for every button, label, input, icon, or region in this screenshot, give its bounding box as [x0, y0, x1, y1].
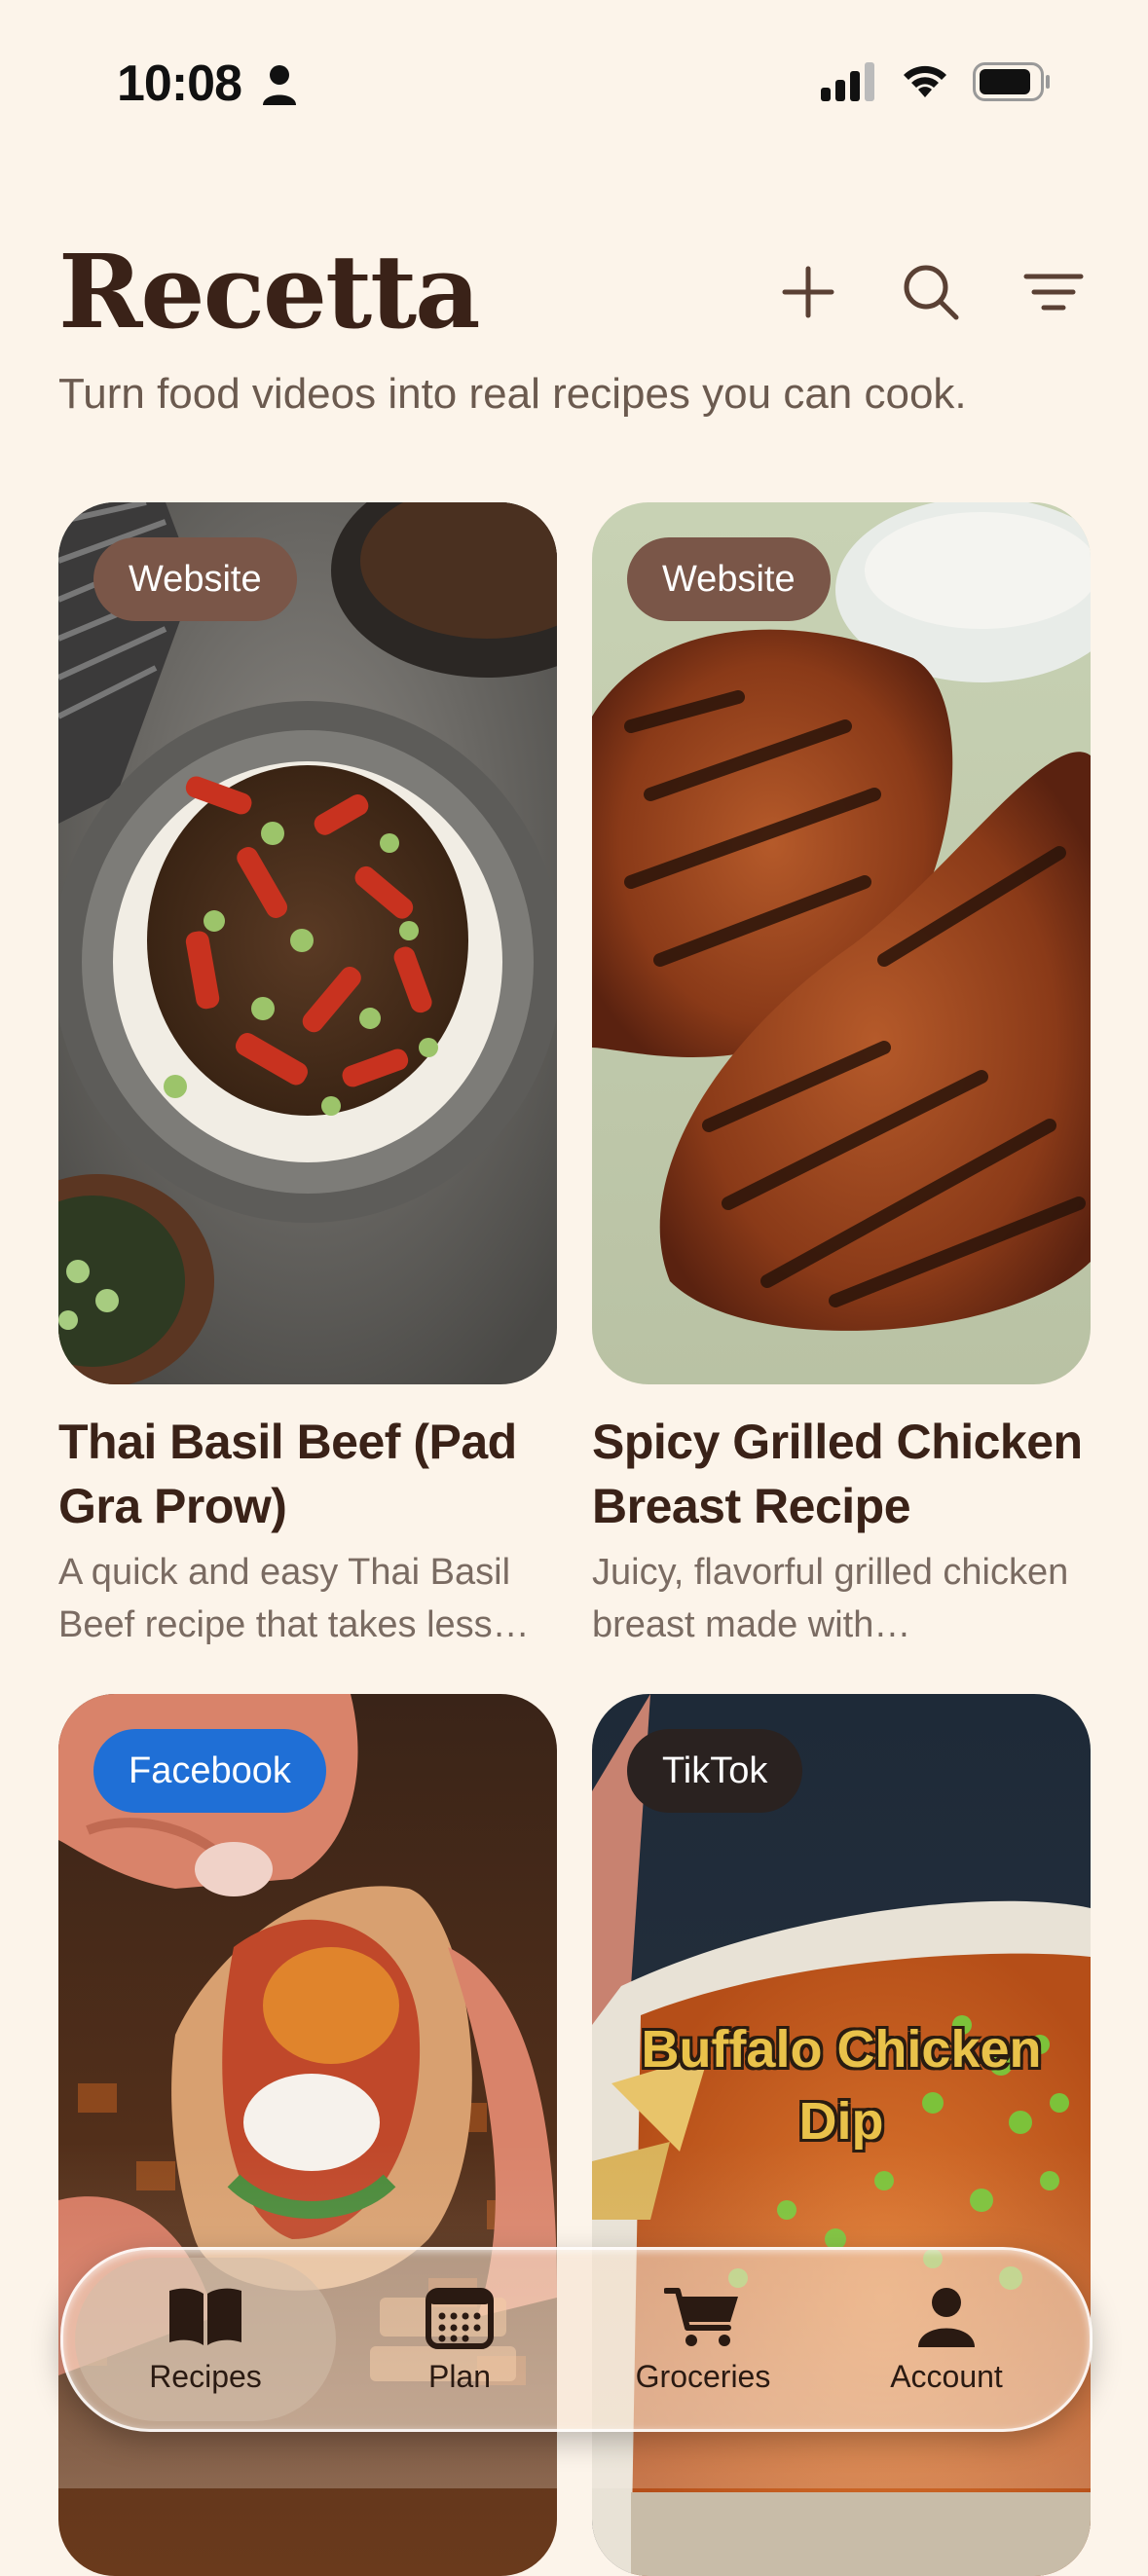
recipe-card[interactable]: Website Spicy Grilled Chicken Breast Rec…: [592, 502, 1091, 1651]
status-icons: [819, 62, 1051, 101]
recipe-photo: Facebook: [58, 1694, 557, 2576]
recipe-photo: TikTok Buffalo Chicken Dip: [592, 1694, 1091, 2576]
tab-account[interactable]: Account: [834, 2250, 1058, 2429]
video-caption-line2: Dip: [798, 2092, 884, 2151]
recipe-card[interactable]: TikTok Buffalo Chicken Dip: [592, 1694, 1091, 2576]
person-icon: [918, 2287, 975, 2347]
tab-label: Plan: [427, 2358, 492, 2394]
app-subtitle: Turn food videos into real recipes you c…: [58, 370, 967, 418]
source-badge: Website: [93, 537, 297, 621]
tab-label: Account: [890, 2358, 1003, 2394]
tab-label: Recipes: [149, 2358, 262, 2394]
thai-basil-beef-image: [58, 502, 557, 1384]
book-icon: [169, 2288, 241, 2345]
tab-bar: Recipes Plan Groceries Account: [60, 2247, 1092, 2432]
cart-icon: [664, 2287, 738, 2346]
recipe-title: Thai Basil Beef (Pad Gra Prow): [58, 1415, 517, 1533]
recipe-description: A quick and easy Thai Basil Beef recipe …: [58, 1552, 530, 1645]
recipe-title: Spicy Grilled Chicken Breast Recipe: [592, 1415, 1083, 1533]
video-caption-line1: Buffalo Chicken: [641, 2020, 1042, 2079]
status-time: 10:08: [117, 55, 242, 112]
tab-groceries[interactable]: Groceries: [591, 2250, 815, 2429]
source-badge: TikTok: [627, 1729, 803, 1813]
grilled-chicken-image: [592, 502, 1091, 1384]
person-icon: [263, 65, 296, 105]
recipe-card[interactable]: Facebook: [58, 1694, 557, 2576]
tab-plan[interactable]: Plan: [348, 2250, 572, 2429]
recipe-photo: Website: [58, 502, 557, 1384]
battery-icon: [973, 62, 1050, 101]
wifi-icon: [904, 65, 946, 97]
filter-icon[interactable]: [1022, 261, 1085, 323]
source-badge: Website: [627, 537, 831, 621]
plus-icon[interactable]: [777, 261, 839, 323]
recipe-photo: Website: [592, 502, 1091, 1384]
taco-image: [58, 1694, 557, 2576]
source-badge: Facebook: [93, 1729, 326, 1813]
tab-label: Groceries: [635, 2358, 771, 2394]
recipe-description: Juicy, flavorful grilled chicken breast …: [592, 1552, 1069, 1645]
calendar-icon: [426, 2287, 494, 2349]
signal-icon: [821, 62, 874, 101]
tab-recipes[interactable]: Recipes: [75, 2258, 336, 2421]
search-icon[interactable]: [900, 261, 962, 323]
app-title: Recetta: [58, 232, 481, 351]
recipe-card[interactable]: Website Thai Basil Beef (Pad Gra Prow) A…: [58, 502, 557, 1651]
